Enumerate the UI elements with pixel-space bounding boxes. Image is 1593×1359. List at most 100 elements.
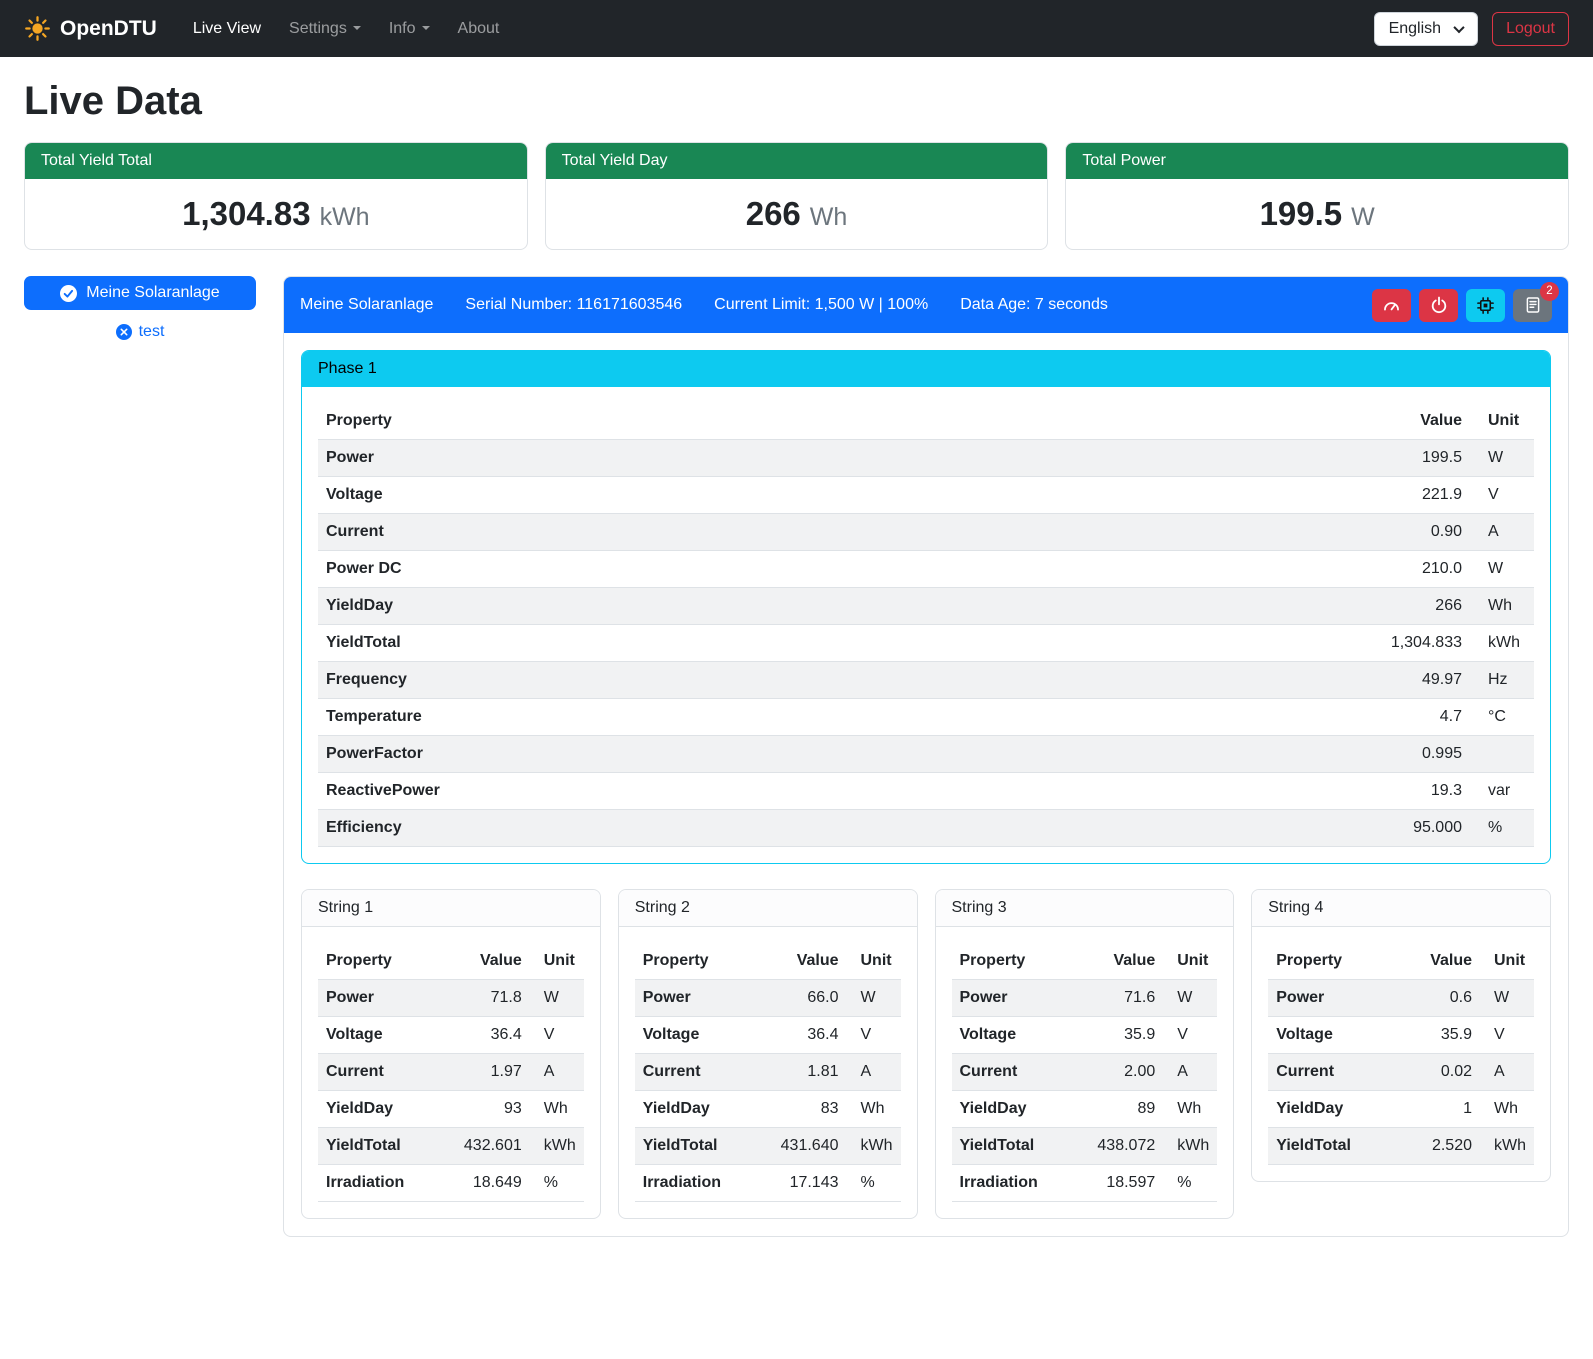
nav-item-info[interactable]: Info — [377, 12, 442, 46]
value-cell: 36.4 — [753, 1017, 846, 1054]
property-cell: YieldDay — [318, 1091, 437, 1128]
table-row: Voltage36.4V — [635, 1017, 901, 1054]
table-row: Voltage35.9V — [952, 1017, 1218, 1054]
card-body: 266 Wh — [546, 179, 1048, 249]
nav-item-settings[interactable]: Settings — [277, 12, 373, 46]
unit-cell: Wh — [847, 1091, 901, 1128]
column-header-value: Value — [437, 943, 530, 980]
value-cell: 0.6 — [1398, 980, 1480, 1017]
sidebar-item-label: Meine Solaranlage — [86, 284, 219, 302]
chevron-down-icon — [1453, 21, 1464, 32]
table-row: Voltage35.9V — [1268, 1017, 1534, 1054]
table-row: Current2.00A — [952, 1054, 1218, 1091]
value-cell: 1.97 — [437, 1054, 530, 1091]
table-header-row: Property Value Unit — [318, 943, 584, 980]
card-header: Total Yield Day — [546, 143, 1048, 179]
table-row: Current0.02A — [1268, 1054, 1534, 1091]
unit-cell: W — [1470, 551, 1534, 588]
power-button[interactable] — [1419, 289, 1458, 322]
unit-cell: A — [1163, 1054, 1217, 1091]
unit-cell: kWh — [847, 1128, 901, 1165]
unit-cell: % — [1470, 810, 1534, 847]
value-cell: 2.00 — [1070, 1054, 1163, 1091]
unit-cell: V — [847, 1017, 901, 1054]
property-cell: Power — [318, 440, 1007, 477]
device-info-button[interactable] — [1466, 289, 1505, 322]
value-cell: 438.072 — [1070, 1128, 1163, 1165]
table-row: Frequency49.97Hz — [318, 662, 1534, 699]
limit-settings-button[interactable] — [1372, 289, 1411, 322]
property-cell: YieldTotal — [1268, 1128, 1397, 1165]
value-cell: 1.81 — [753, 1054, 846, 1091]
value-cell: 432.601 — [437, 1128, 530, 1165]
inverter-name: Meine Solaranlage — [300, 296, 433, 314]
table-row: YieldDay93Wh — [318, 1091, 584, 1128]
sun-icon — [24, 15, 51, 42]
page-title: Live Data — [24, 79, 1569, 124]
property-cell: ReactivePower — [318, 773, 1007, 810]
column-header-property: Property — [318, 943, 437, 980]
table-row: Power66.0W — [635, 980, 901, 1017]
sidebar-item-label: test — [139, 323, 165, 341]
value-cell: 199.5 — [1007, 440, 1470, 477]
unit-cell: W — [1163, 980, 1217, 1017]
brand[interactable]: OpenDTU — [24, 15, 157, 42]
column-header-unit: Unit — [847, 943, 901, 980]
event-log-button[interactable]: 2 — [1513, 289, 1552, 322]
unit-cell: Wh — [1470, 588, 1534, 625]
value-cell: 89 — [1070, 1091, 1163, 1128]
unit-cell: V — [530, 1017, 584, 1054]
value-cell: 210.0 — [1007, 551, 1470, 588]
value-cell: 1 — [1398, 1091, 1480, 1128]
sidebar-item-meine-solaranlage[interactable]: Meine Solaranlage — [24, 276, 256, 310]
table-row: YieldTotal438.072kWh — [952, 1128, 1218, 1165]
string-card-3: String 3 Property Value Unit — [935, 889, 1235, 1219]
table-row: YieldTotal1,304.833kWh — [318, 625, 1534, 662]
language-select[interactable]: English — [1374, 12, 1478, 46]
gauge-icon — [1382, 296, 1401, 315]
property-cell: Power — [952, 980, 1071, 1017]
unit-cell: Wh — [1163, 1091, 1217, 1128]
unit-cell: W — [1480, 980, 1534, 1017]
cpu-icon — [1476, 296, 1495, 315]
unit-cell: kWh — [1163, 1128, 1217, 1165]
inverter-panel-header: Meine Solaranlage Serial Number: 1161716… — [284, 277, 1568, 333]
property-cell: Irradiation — [952, 1165, 1071, 1202]
unit-cell: kWh — [1470, 625, 1534, 662]
property-cell: YieldDay — [1268, 1091, 1397, 1128]
unit-cell: % — [847, 1165, 901, 1202]
table-row: Current0.90A — [318, 514, 1534, 551]
column-header-unit: Unit — [1163, 943, 1217, 980]
property-cell: YieldTotal — [318, 625, 1007, 662]
card-unit: Wh — [810, 203, 848, 231]
property-cell: Frequency — [318, 662, 1007, 699]
nav-right: English Logout — [1374, 12, 1569, 46]
card-value: 266 — [746, 195, 801, 232]
nav-item-about[interactable]: About — [446, 12, 512, 46]
value-cell: 266 — [1007, 588, 1470, 625]
property-cell: Current — [318, 1054, 437, 1091]
value-cell: 35.9 — [1398, 1017, 1480, 1054]
card-value: 1,304.83 — [182, 195, 310, 232]
string-table: Property Value Unit Power71.6WVoltage35.… — [952, 943, 1218, 1202]
unit-cell: °C — [1470, 699, 1534, 736]
unit-cell: Hz — [1470, 662, 1534, 699]
property-cell: Current — [635, 1054, 754, 1091]
table-row: Current1.81A — [635, 1054, 901, 1091]
table-header-row: Property Value Unit — [1268, 943, 1534, 980]
table-row: Power71.8W — [318, 980, 584, 1017]
value-cell: 36.4 — [437, 1017, 530, 1054]
value-cell: 66.0 — [753, 980, 846, 1017]
logout-button[interactable]: Logout — [1492, 12, 1569, 46]
property-cell: Voltage — [318, 477, 1007, 514]
unit-cell: W — [530, 980, 584, 1017]
nav-item-live-view[interactable]: Live View — [181, 12, 273, 46]
string-cards: String 1 Property Value Unit — [301, 889, 1551, 1219]
inverter-serial: Serial Number: 116171603546 — [465, 296, 682, 314]
card-total-power: Total Power 199.5W — [1065, 142, 1569, 250]
table-row: Irradiation17.143% — [635, 1165, 901, 1202]
sidebar-item-test[interactable]: test — [24, 323, 256, 341]
table-row: YieldTotal431.640kWh — [635, 1128, 901, 1165]
phase-title: Phase 1 — [302, 351, 1550, 387]
column-header-value: Value — [753, 943, 846, 980]
